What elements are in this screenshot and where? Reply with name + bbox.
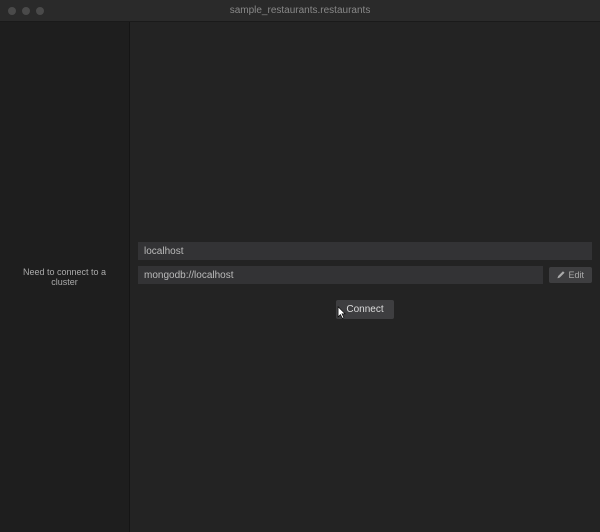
window-title: sample_restaurants.restaurants (230, 5, 371, 16)
uri-row: Edit (130, 266, 600, 284)
content-panel: Edit Connect (130, 22, 600, 532)
sidebar-message: Need to connect to a cluster (10, 267, 119, 287)
connect-row: Connect (130, 300, 600, 319)
name-row (130, 242, 600, 260)
pencil-icon (557, 271, 565, 279)
sidebar: Need to connect to a cluster (0, 22, 130, 532)
connection-uri-input[interactable] (138, 266, 543, 284)
main-area: Need to connect to a cluster Edit Connec… (0, 22, 600, 532)
edit-button[interactable]: Edit (549, 267, 592, 283)
connect-button[interactable]: Connect (336, 300, 393, 319)
title-bar: sample_restaurants.restaurants (0, 0, 600, 22)
window-controls (0, 7, 44, 15)
maximize-window-icon[interactable] (36, 7, 44, 15)
edit-button-label: Edit (568, 270, 584, 280)
minimize-window-icon[interactable] (22, 7, 30, 15)
connection-name-input[interactable] (138, 242, 592, 260)
close-window-icon[interactable] (8, 7, 16, 15)
